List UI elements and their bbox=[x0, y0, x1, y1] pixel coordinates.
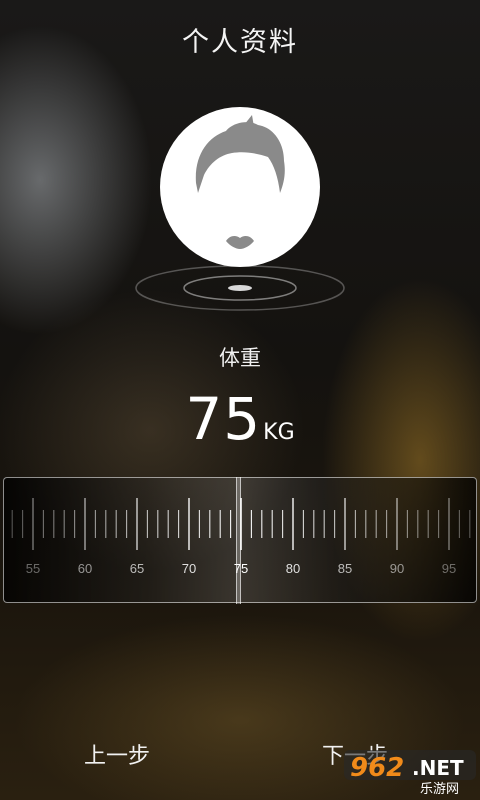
weight-value: 75 bbox=[185, 385, 262, 453]
ruler-tick-label: 60 bbox=[78, 561, 92, 576]
page-title: 个人资料 bbox=[182, 27, 298, 58]
watermark-brand: 962 bbox=[350, 753, 404, 783]
avatar[interactable] bbox=[160, 107, 320, 267]
ruler-tick-label: 95 bbox=[442, 561, 456, 576]
avatar-shadow-rings bbox=[135, 265, 345, 311]
watermark-suffix: .NET bbox=[412, 756, 464, 780]
weight-readout: 75KG bbox=[0, 385, 480, 453]
ruler-tick-label: 55 bbox=[26, 561, 40, 576]
ruler-tick-label: 80 bbox=[286, 561, 300, 576]
weight-label: 体重 bbox=[219, 346, 261, 370]
watermark-subtitle: 乐游网 bbox=[420, 782, 459, 796]
ruler-center-indicator bbox=[236, 477, 241, 604]
ruler-tick-label: 85 bbox=[338, 561, 352, 576]
ruler-tick-label: 70 bbox=[182, 561, 196, 576]
ruler-tick-label: 65 bbox=[130, 561, 144, 576]
ruler-tick-label: 90 bbox=[390, 561, 404, 576]
previous-step-button[interactable]: 上一步 bbox=[84, 738, 150, 770]
weight-unit: KG bbox=[263, 420, 295, 445]
male-head-silhouette-icon bbox=[195, 115, 285, 249]
site-watermark-logo: 962 .NET 乐游网 bbox=[344, 750, 476, 796]
